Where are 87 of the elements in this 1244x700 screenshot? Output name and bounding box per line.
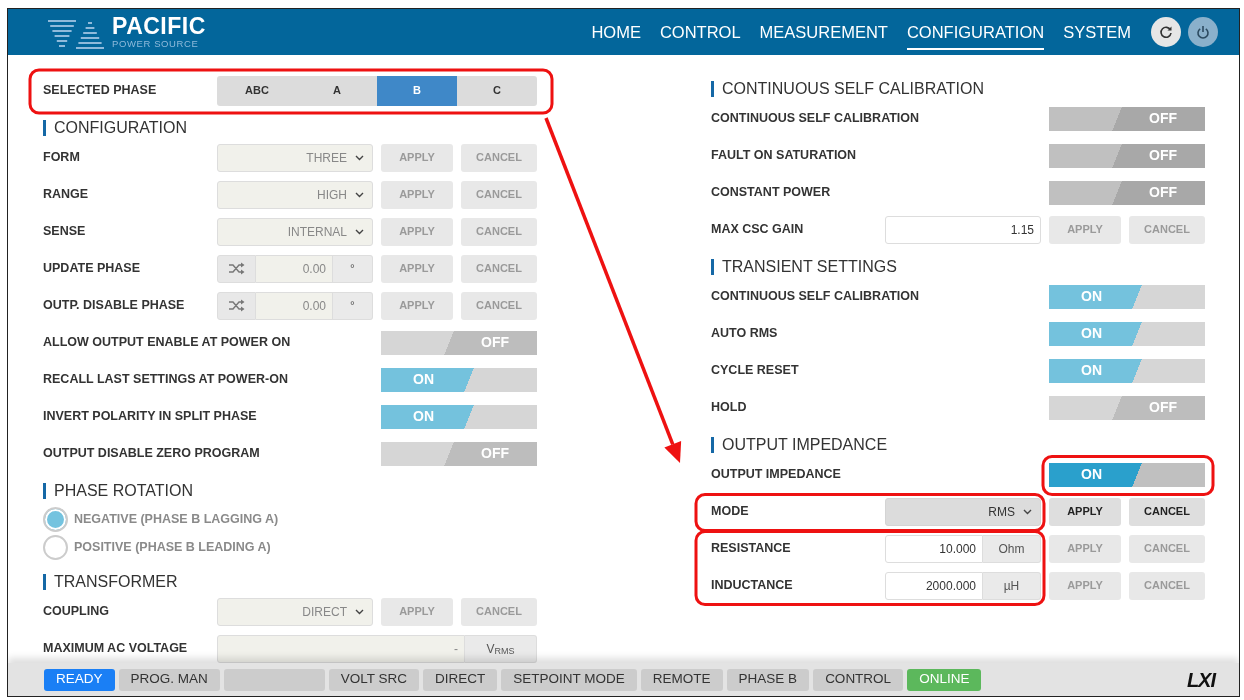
- setting-label: RECALL LAST SETTINGS AT POWER-ON: [43, 371, 289, 389]
- number-input[interactable]: 1.15: [885, 215, 1041, 244]
- toggle-switch[interactable]: OFF: [1049, 180, 1205, 205]
- status-indicator: PHASE B: [726, 668, 810, 691]
- setting-label: SELECTED PHASE: [43, 82, 158, 100]
- shuffle-icon: [228, 262, 245, 275]
- setting-label: SENSE: [43, 223, 87, 241]
- setting-label: COUPLING: [43, 603, 110, 621]
- number-input[interactable]: 10.000: [885, 534, 983, 563]
- status-indicator: CONTROL: [813, 668, 904, 691]
- nav-tab[interactable]: HOME: [591, 13, 641, 51]
- unit-label: °: [333, 291, 373, 320]
- setting-label: OUTP. DISABLE PHASE: [43, 297, 186, 315]
- toggle-switch[interactable]: ON: [1049, 358, 1205, 383]
- toggle-switch[interactable]: OFF: [381, 330, 537, 355]
- setting-label: MAX CSC GAIN: [711, 221, 805, 239]
- setting-label: AUTO RMS: [711, 325, 779, 343]
- section-title: CONFIGURATION: [43, 120, 188, 136]
- shuffle-button[interactable]: [217, 291, 256, 320]
- chevron-icon: [355, 228, 364, 235]
- setting-label: FAULT ON SATURATION: [711, 147, 858, 165]
- unit-label: V$_{RMS}$: [465, 634, 537, 663]
- nav-tab[interactable]: SYSTEM: [1063, 13, 1131, 51]
- status-indicator: DIRECT: [423, 668, 498, 691]
- shuffle-icon: [228, 299, 245, 312]
- toggle-switch[interactable]: ON: [381, 404, 537, 429]
- section-title: PHASE ROTATION: [43, 483, 193, 499]
- phase-option[interactable]: C: [457, 75, 537, 106]
- power-button[interactable]: [1188, 17, 1218, 47]
- refresh-button[interactable]: [1151, 17, 1181, 47]
- refresh-icon: [1159, 25, 1173, 39]
- setting-label: CONTINUOUS SELF CALIBRATION: [711, 110, 921, 128]
- nav-tab[interactable]: MEASUREMENT: [759, 13, 888, 51]
- shuffle-button[interactable]: [217, 254, 256, 283]
- apply-button[interactable]: APPLY: [1049, 497, 1121, 526]
- chevron-icon: [355, 191, 364, 198]
- unit-label: µH: [983, 571, 1041, 600]
- brand-tagline: POWER SOURCE: [112, 39, 200, 49]
- phase-option[interactable]: B: [377, 75, 457, 106]
- chevron-icon: [355, 154, 364, 161]
- select-field[interactable]: RMS: [885, 497, 1041, 526]
- unit-label: Ohm: [983, 534, 1041, 563]
- setting-label: CONSTANT POWER: [711, 184, 832, 202]
- setting-label: RANGE: [43, 186, 90, 204]
- toggle-switch[interactable]: ON: [381, 367, 537, 392]
- phase-option[interactable]: A: [297, 75, 377, 106]
- status-indicator: READY: [44, 668, 115, 691]
- toggle-switch[interactable]: ON: [1049, 462, 1205, 487]
- toggle-switch[interactable]: OFF: [1049, 395, 1205, 420]
- setting-label: INVERT POLARITY IN SPLIT PHASE: [43, 408, 258, 426]
- setting-label: UPDATE PHASE: [43, 260, 141, 278]
- section-title: TRANSFORMER: [43, 574, 178, 590]
- toggle-switch[interactable]: ON: [1049, 284, 1205, 309]
- lxi-logo: LXI: [1186, 667, 1215, 693]
- status-indicator: REMOTE: [640, 668, 723, 691]
- number-input[interactable]: 2000.000: [885, 571, 983, 600]
- section-title: OUTPUT IMPEDANCE: [711, 437, 888, 453]
- setting-label: MAXIMUM AC VOLTAGE: [43, 640, 189, 658]
- chevron-icon: [355, 608, 364, 615]
- toggle-switch[interactable]: ON: [1049, 321, 1205, 346]
- power-icon: [1196, 25, 1210, 39]
- setting-label: OUTPUT IMPEDANCE: [711, 466, 842, 484]
- chevron-icon: [1023, 508, 1032, 515]
- brand-name: PACIFIC: [112, 15, 206, 39]
- status-indicator: PROG. MAN: [118, 668, 220, 691]
- unit-label: °: [333, 254, 373, 283]
- phase-option[interactable]: ABC: [217, 75, 297, 106]
- status-indicator: ONLINE: [907, 668, 982, 691]
- setting-label: FORM: [43, 149, 81, 167]
- setting-label: INDUCTANCE: [711, 577, 794, 595]
- setting-label: HOLD: [711, 399, 748, 417]
- setting-label: OUTPUT DISABLE ZERO PROGRAM: [43, 445, 261, 463]
- setting-label: ALLOW OUTPUT ENABLE AT POWER ON: [43, 334, 292, 352]
- toggle-switch[interactable]: OFF: [1049, 143, 1205, 168]
- setting-label: MODE: [711, 503, 750, 521]
- status-indicator: VOLT SRC: [328, 668, 420, 691]
- setting-label: CYCLE RESET: [711, 362, 800, 380]
- cancel-button[interactable]: CANCEL: [1129, 497, 1205, 526]
- setting-label: RESISTANCE: [711, 540, 792, 558]
- toggle-switch[interactable]: OFF: [1049, 106, 1205, 131]
- toggle-switch[interactable]: OFF: [381, 441, 537, 466]
- nav-tab[interactable]: CONFIGURATION: [906, 13, 1045, 51]
- setting-label: CONTINUOUS SELF CALIBRATION: [711, 288, 921, 306]
- status-indicator: SETPOINT MODE: [501, 668, 637, 691]
- nav-tab[interactable]: CONTROL: [659, 13, 741, 51]
- section-title: TRANSIENT SETTINGS: [711, 259, 897, 275]
- section-title: CONTINUOUS SELF CALIBRATION: [711, 81, 984, 97]
